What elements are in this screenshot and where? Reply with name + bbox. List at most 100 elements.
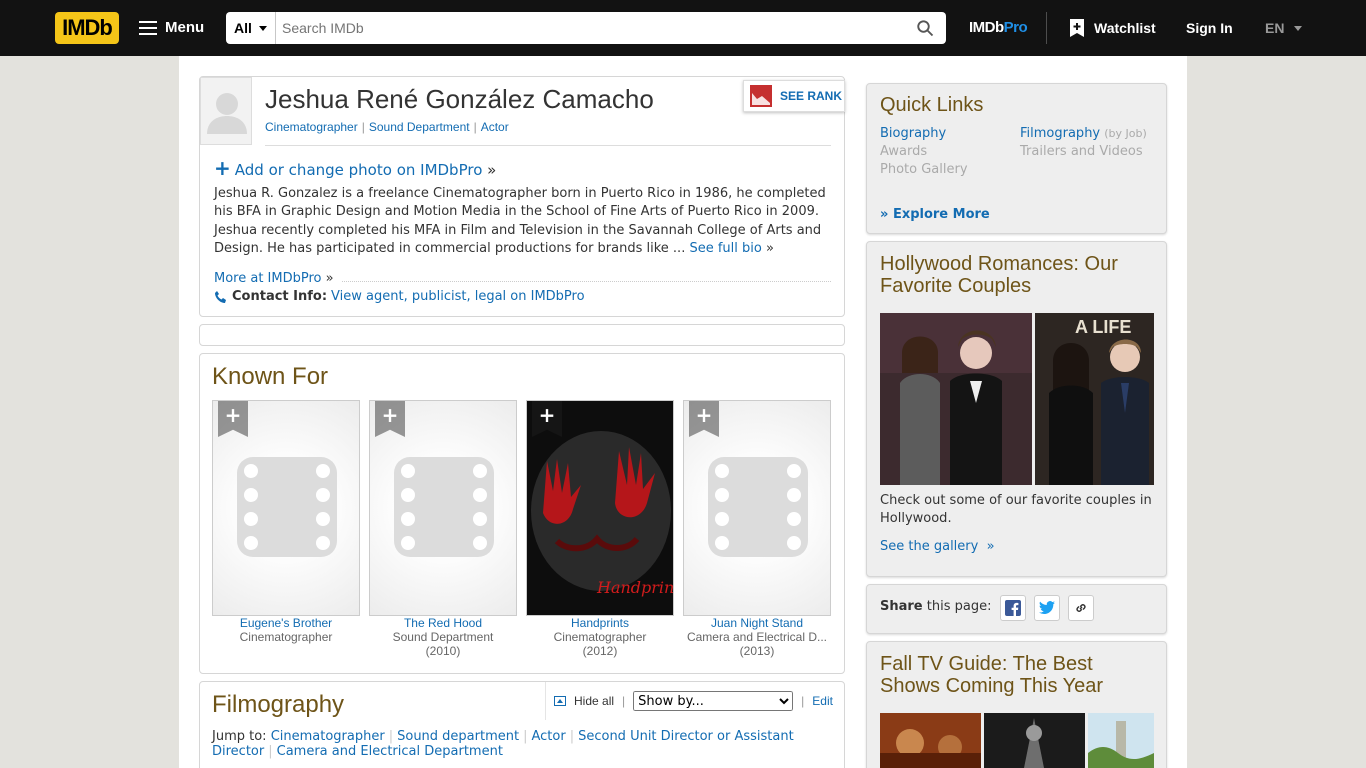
see-full-bio-link[interactable]: See full bio [689,241,761,256]
jump-link-sound-department[interactable]: Sound department [397,729,519,744]
search-icon[interactable] [916,19,934,37]
explore-more-link[interactable]: » Explore More [880,207,990,222]
quick-link-filmography[interactable]: Filmography [1020,126,1100,141]
known-for-year-4: (2013) [739,644,775,658]
contact-info-link[interactable]: View agent, publicist, legal on IMDbPro [331,289,585,304]
person-avatar[interactable] [200,77,252,145]
quick-link-biography[interactable]: Biography [880,125,946,143]
jump-link-actor[interactable]: Actor [531,729,565,744]
share-label-bold: Share [880,599,923,614]
known-for-heading: Known For [212,363,329,390]
plus-icon: + [214,156,231,180]
poster-title-text: Handprints [596,578,674,597]
search-bar: All [226,12,946,44]
job-link-sound-department[interactable]: Sound Department [369,120,470,134]
imdb-logo[interactable]: IMDb [55,12,119,44]
couple-photo-1[interactable] [880,313,1032,485]
share-label-rest: this page: [926,599,992,614]
see-rank-button[interactable]: SEE RANK [743,80,845,112]
search-category-dropdown[interactable]: All [226,12,276,44]
known-for-poster-4[interactable]: + [683,400,831,616]
menu-button[interactable]: Menu [139,16,204,40]
known-for-poster-1[interactable]: + [212,400,360,616]
watchlist-button[interactable]: Watchlist [1070,16,1156,40]
twitter-icon [1039,601,1055,614]
fall-tv-thumb-2[interactable] [984,713,1085,768]
raquo-icon: » [765,241,774,257]
film-placeholder-icon [708,457,808,557]
known-for-poster-2[interactable]: + [369,400,517,616]
more-at-imdbpro-label: More at IMDbPro [214,271,322,286]
fall-tv-thumb-3[interactable] [1088,713,1154,768]
caret-down-icon [1294,25,1303,31]
raquo-icon: » [325,271,334,286]
language-label: EN [1265,20,1285,36]
known-for-title-2[interactable]: The Red Hood [369,616,517,630]
divider [265,145,831,146]
film-placeholder-icon [394,457,494,557]
romances-heading: Hollywood Romances: Our Favorite Couples [880,253,1118,297]
quick-link-awards: Awards [880,144,928,159]
known-for-title-4[interactable]: Juan Night Stand [683,616,831,630]
edit-link[interactable]: Edit [812,694,833,708]
hide-all-link[interactable]: Hide all [574,694,614,708]
known-for-title-1[interactable]: Eugene's Brother [212,616,360,630]
header-divider [1046,12,1047,44]
known-for-title-3[interactable]: Handprints [526,616,674,630]
copy-link-share-button[interactable] [1068,595,1094,621]
more-at-imdbpro-link[interactable]: More at IMDbPro » [214,271,334,286]
job-link-actor[interactable]: Actor [481,120,509,134]
raquo-icon: » [487,161,497,179]
caret-down-icon [259,26,267,31]
language-selector[interactable]: EN [1265,16,1303,40]
known-for-poster-3[interactable]: Handprints + [526,400,674,616]
imdbpro-suffix: Pro [1003,19,1028,36]
explore-more-label: Explore More [892,207,990,222]
watchlist-label: Watchlist [1094,20,1156,36]
see-gallery-link[interactable]: See the gallery » [880,539,995,554]
imdbpro-link[interactable]: IMDbPro [969,16,1028,40]
jump-link-cinematographer[interactable]: Cinematographer [271,729,385,744]
job-link-cinematographer[interactable]: Cinematographer [265,120,358,134]
couple-photo-2-sign-text: A LIFE [1075,317,1131,337]
known-for-role-3: Cinematographer [553,630,647,644]
dotted-divider [342,281,831,282]
jump-separator: | [523,729,528,744]
add-photo-label: Add or change photo on IMDbPro [234,161,483,179]
couple-photo-2-image: A LIFE [1035,313,1154,485]
filmography-toolbar: Hide all | Show by... | Edit [545,682,833,720]
rank-chart-icon [750,85,772,107]
by-job-note: (by Job) [1104,127,1147,140]
person-name: Jeshua René González Camacho [265,84,654,114]
known-for-year-2: (2010) [425,644,461,658]
add-to-watchlist-ribbon-icon[interactable]: + [218,401,248,437]
search-input[interactable] [282,16,902,40]
see-gallery-label: See the gallery [880,539,979,554]
twitter-share-button[interactable] [1034,595,1060,621]
add-to-watchlist-ribbon-icon[interactable]: + [375,401,405,437]
double-chevron-down-icon: » [880,207,889,222]
add-photo-link[interactable]: + Add or change photo on IMDbPro » [214,156,496,180]
jump-to-label: Jump to: [212,729,267,744]
fall-tv-thumb-1[interactable] [880,713,981,768]
jump-to-nav: Jump to: Cinematographer | Sound departmen… [212,729,832,759]
person-silhouette-icon [207,93,247,134]
facebook-share-button[interactable] [1000,595,1026,621]
couple-photo-2[interactable]: A LIFE [1035,313,1154,485]
show-by-select[interactable]: Show by... [633,691,794,711]
known-for-year-3: (2012) [582,644,618,658]
add-to-watchlist-ribbon-icon[interactable]: + [689,401,719,437]
link-icon [1076,604,1086,612]
fall-tv-thumb-2-image [984,713,1085,768]
fall-tv-thumb-1-image [880,713,981,768]
job-separator: | [473,120,477,134]
sign-in-link[interactable]: Sign In [1186,16,1233,40]
handprints-poster-art: Handprints [527,401,674,615]
job-separator: | [361,120,365,134]
quick-link-trailers: Trailers and Videos [1020,144,1143,159]
collapse-icon[interactable] [554,696,566,706]
quick-link-filmography-row: Filmography (by Job) [1020,125,1147,143]
job-categories: Cinematographer | Sound Department | Actor [265,120,509,134]
jump-link-camera-electrical[interactable]: Camera and Electrical Department [277,744,503,759]
couple-photo-1-image [880,313,1032,485]
